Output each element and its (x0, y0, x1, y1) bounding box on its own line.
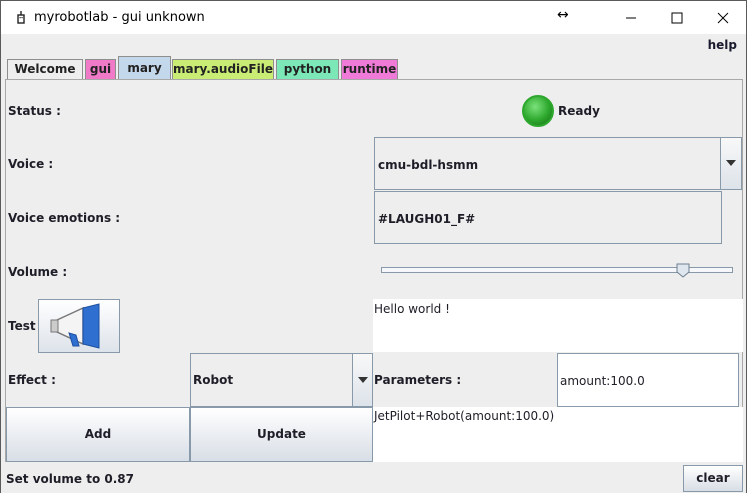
status-value: Ready (558, 104, 600, 118)
chevron-down-icon (358, 377, 368, 383)
close-button[interactable] (700, 1, 746, 34)
effect-select-value: Robot (193, 373, 234, 387)
parameters-value: amount:100.0 (560, 374, 645, 388)
update-button[interactable]: Update (190, 407, 373, 462)
voice-select-value: cmu-bdl-hsmm (378, 158, 479, 172)
app-window: myrobotlab - gui unknown ↔ help Welcome … (0, 0, 747, 493)
title-bar: myrobotlab - gui unknown ↔ (1, 1, 746, 34)
status-bar: Set volume to 0.87 (1, 464, 746, 493)
voice-emotion-item[interactable]: #LAUGH01_F# (378, 212, 475, 226)
volume-label: Volume : (8, 265, 68, 279)
voice-emotions-label: Voice emotions : (8, 211, 121, 225)
parameters-label: Parameters : (374, 373, 462, 387)
voice-emotions-list[interactable]: #LAUGH01_F# (374, 191, 722, 244)
effect-select[interactable]: Robot (190, 353, 373, 407)
status-label: Status : (8, 104, 61, 118)
voice-select-arrow[interactable] (720, 138, 741, 189)
voice-label: Voice : (8, 157, 54, 171)
resize-icon[interactable]: ↔ (557, 7, 569, 23)
minimize-icon (626, 17, 636, 19)
maximize-button[interactable] (654, 1, 700, 34)
status-message: Set volume to 0.87 (6, 472, 135, 486)
tab-runtime[interactable]: runtime (341, 59, 398, 80)
add-button[interactable]: Add (6, 407, 190, 462)
robot-app-icon (17, 11, 25, 24)
maximize-icon (671, 12, 683, 24)
window-title: myrobotlab - gui unknown (34, 10, 205, 25)
volume-slider-thumb[interactable] (676, 263, 690, 278)
tab-welcome[interactable]: Welcome (7, 59, 83, 80)
minimize-button[interactable] (608, 1, 654, 34)
voice-select[interactable]: cmu-bdl-hsmm (374, 137, 742, 190)
close-icon (717, 12, 729, 24)
effect-label: Effect : (8, 373, 56, 387)
tab-mary[interactable]: mary (118, 56, 171, 80)
tab-python[interactable]: python (276, 59, 339, 80)
test-speak-button[interactable] (38, 299, 120, 353)
say-text: Hello world ! (374, 302, 450, 316)
megaphone-icon (50, 303, 100, 349)
chevron-down-icon (726, 160, 736, 166)
parameters-field[interactable]: amount:100.0 (557, 353, 739, 407)
tab-mary-audiofile[interactable]: mary.audioFile (172, 59, 274, 80)
clear-button[interactable]: clear (683, 465, 743, 492)
menu-bar: help (1, 34, 746, 56)
help-menu[interactable]: help (708, 38, 737, 52)
effects-text: JetPilot+Robot(amount:100.0) (374, 409, 555, 423)
effect-select-arrow[interactable] (352, 354, 372, 406)
tab-gui[interactable]: gui (85, 59, 116, 80)
status-led-icon (522, 95, 554, 127)
